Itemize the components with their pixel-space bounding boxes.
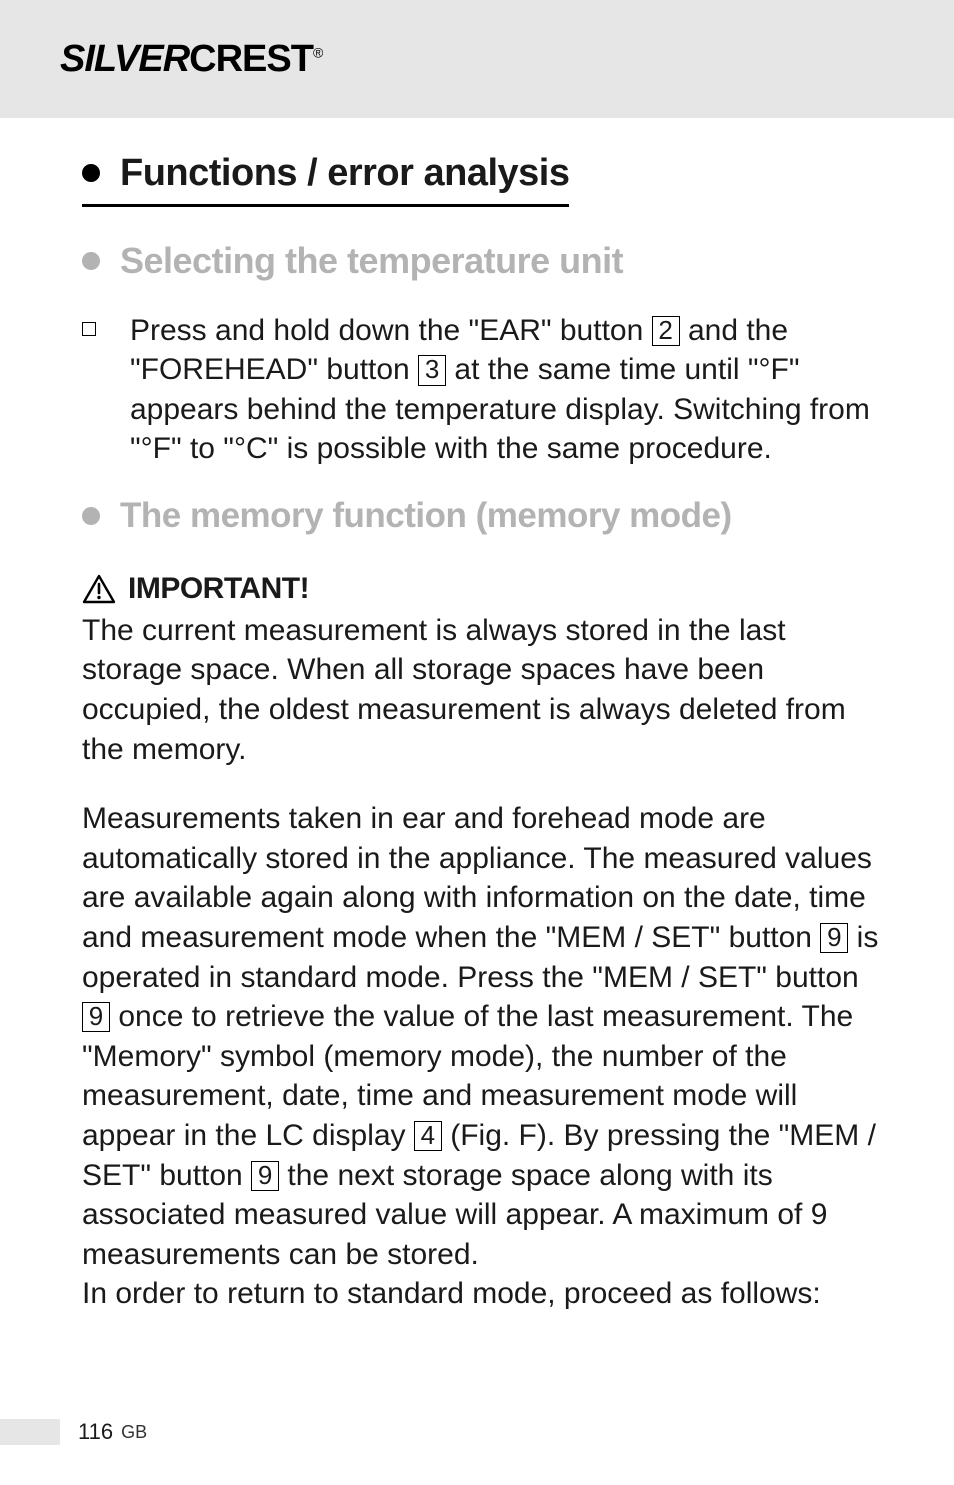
instruction-item: Press and hold down the "EAR" button 2 a…	[82, 311, 894, 469]
checkbox-icon	[82, 322, 96, 336]
brand-logo: SILVERCREST®	[60, 38, 322, 81]
brand-part1: SILVER	[60, 38, 189, 80]
page-content: Functions / error analysis Selecting the…	[0, 118, 954, 1314]
keycap-memset: 9	[82, 1002, 110, 1032]
warning-triangle-icon	[82, 574, 116, 604]
section-heading-functions: Functions / error analysis	[82, 148, 569, 207]
h2-title: The memory function (memory mode)	[120, 493, 732, 539]
h1-title: Functions / error analysis	[120, 148, 569, 198]
text-fragment: Press and hold down the "EAR" button	[130, 314, 652, 347]
keycap-memset: 9	[251, 1161, 279, 1191]
brand-registered: ®	[313, 44, 322, 60]
brand-part2: CREST	[189, 38, 313, 80]
paragraph: In order to return to standard mode, pro…	[82, 1274, 894, 1314]
country-code: GB	[113, 1422, 147, 1443]
footer-tab	[0, 1419, 60, 1445]
subsection-heading-temp-unit: Selecting the temperature unit	[82, 237, 894, 285]
bullet-icon	[82, 507, 100, 525]
bullet-icon	[82, 164, 100, 182]
page-number: 116	[60, 1419, 113, 1445]
h2-title: Selecting the temperature unit	[120, 237, 623, 285]
instruction-text: Press and hold down the "EAR" button 2 a…	[130, 311, 894, 469]
keycap-display: 4	[414, 1121, 442, 1151]
header-band: SILVERCREST®	[0, 0, 954, 118]
keycap-memset: 9	[820, 923, 848, 953]
text-fragment: Measurements taken in ear and forehead m…	[82, 802, 872, 954]
keycap-forehead: 3	[418, 355, 446, 385]
page-footer: 116 GB	[0, 1419, 147, 1445]
subsection-heading-memory: The memory function (memory mode)	[82, 493, 894, 539]
keycap-ear: 2	[652, 316, 680, 346]
paragraph: The current measurement is always stored…	[82, 611, 894, 769]
important-label: IMPORTANT!	[128, 569, 309, 609]
paragraph: Measurements taken in ear and forehead m…	[82, 799, 894, 1274]
bullet-icon	[82, 252, 100, 270]
important-callout: IMPORTANT!	[82, 569, 894, 609]
